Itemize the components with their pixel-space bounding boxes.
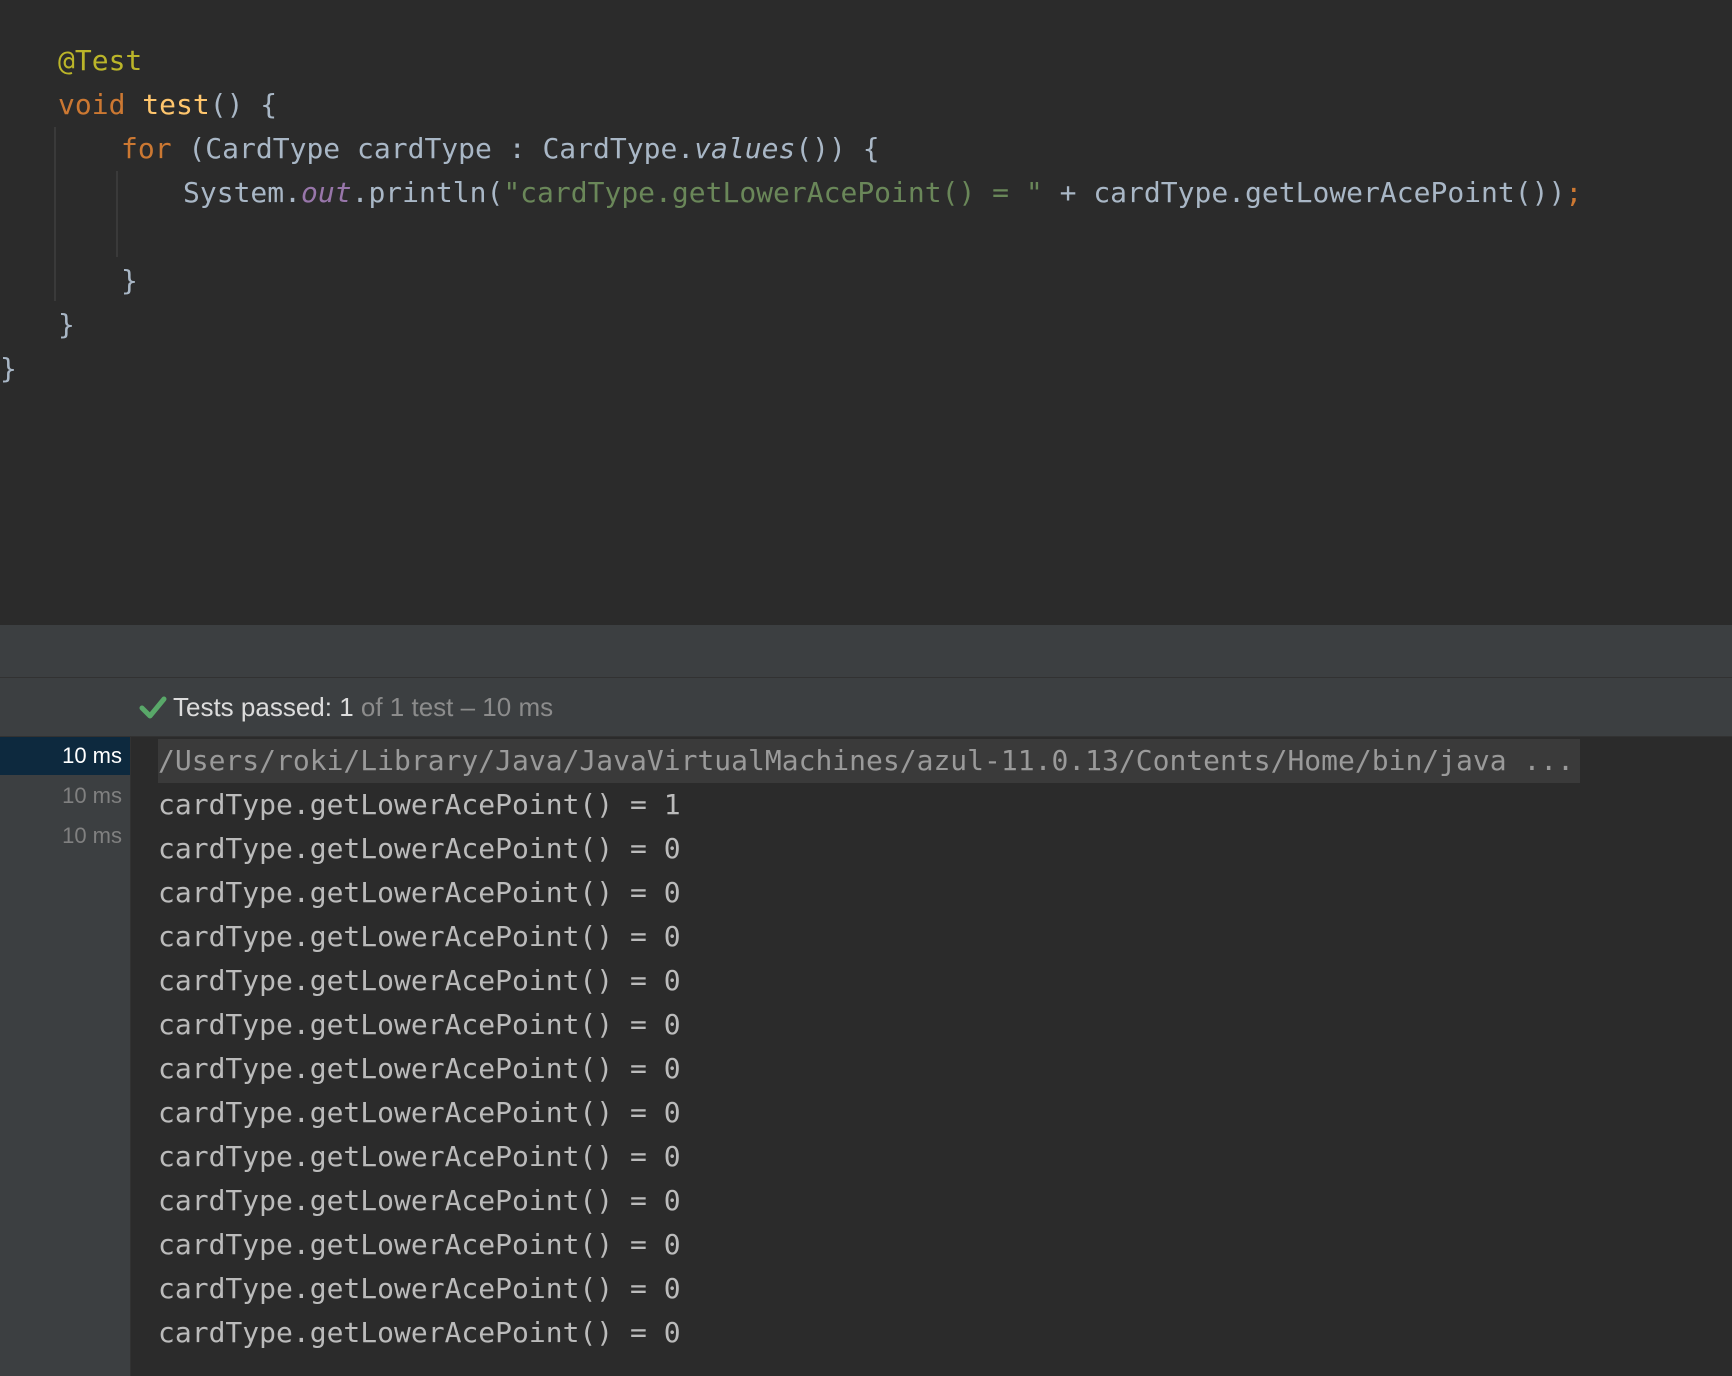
annotation-text: @Test	[58, 44, 143, 77]
console-line: cardType.getLowerAcePoint() = 0	[158, 876, 681, 909]
console-line: cardType.getLowerAcePoint() = 0	[158, 1140, 681, 1173]
console-line: cardType.getLowerAcePoint() = 0	[158, 1008, 681, 1041]
code-text: ()) {	[795, 132, 880, 165]
keyword-text: for	[121, 132, 172, 165]
test-tree-row[interactable]: 10 ms	[0, 777, 130, 815]
console-line: cardType.getLowerAcePoint() = 0	[158, 1184, 681, 1217]
string-literal: "cardType.getLowerAcePoint() = "	[503, 176, 1043, 209]
brace-text: }	[0, 352, 17, 385]
keyword-text: void	[58, 88, 126, 121]
indent-guide	[116, 171, 118, 257]
indent-guide	[54, 127, 56, 301]
code-text: (CardType cardType : CardType.	[171, 132, 695, 165]
code-line: }	[58, 303, 75, 347]
code-line: for (CardType cardType : CardType.values…	[121, 127, 880, 171]
test-summary: of 1 test – 10 ms	[353, 692, 554, 722]
console-line: cardType.getLowerAcePoint() = 0	[158, 964, 681, 997]
console-line: cardType.getLowerAcePoint() = 1	[158, 788, 681, 821]
semicolon-text: ;	[1565, 176, 1583, 209]
code-line: }	[121, 259, 138, 303]
code-line: }	[0, 347, 17, 391]
test-tree: 10 ms 10 ms 10 ms	[0, 737, 131, 1376]
console-output[interactable]: /Users/roki/Library/Java/JavaVirtualMach…	[131, 737, 1732, 1376]
console-line: cardType.getLowerAcePoint() = 0	[158, 1096, 681, 1129]
test-status-text: Tests passed: 1 of 1 test – 10 ms	[173, 678, 553, 736]
code-line: System.out.println("cardType.getLowerAce…	[183, 171, 1582, 215]
test-status-bar: Tests passed: 1 of 1 test – 10 ms	[0, 678, 1732, 737]
brace-text: }	[58, 308, 75, 341]
check-icon	[139, 696, 167, 719]
method-name-text: test	[142, 88, 210, 121]
console-line: cardType.getLowerAcePoint() = 0	[158, 920, 681, 953]
command-line[interactable]: /Users/roki/Library/Java/JavaVirtualMach…	[158, 739, 1581, 783]
code-text: () {	[209, 88, 278, 121]
code-line: void test() {	[58, 83, 277, 127]
brace-text: }	[121, 264, 138, 297]
field-text: out	[301, 176, 352, 209]
passed-label: Tests passed:	[173, 692, 340, 722]
code-editor[interactable]: @Test void test() { for (CardType cardTy…	[0, 0, 1732, 625]
code-text: .println(	[351, 176, 504, 209]
console-line: cardType.getLowerAcePoint() = 0	[158, 1228, 681, 1261]
code-text: + cardType.getLowerAcePoint())	[1042, 176, 1566, 209]
test-tree-row[interactable]: 10 ms	[0, 817, 130, 855]
method-call-text: values	[694, 132, 796, 165]
code-line: @Test	[58, 39, 142, 83]
passed-count: 1	[339, 692, 354, 722]
console-line: cardType.getLowerAcePoint() = 0	[158, 832, 681, 865]
console-line: cardType.getLowerAcePoint() = 0	[158, 1052, 681, 1085]
run-panel-header	[0, 625, 1732, 678]
code-text: System.	[183, 176, 302, 209]
test-tree-row[interactable]: 10 ms	[0, 737, 130, 775]
console-line: cardType.getLowerAcePoint() = 0	[158, 1272, 681, 1305]
console-line: cardType.getLowerAcePoint() = 0	[158, 1316, 681, 1349]
